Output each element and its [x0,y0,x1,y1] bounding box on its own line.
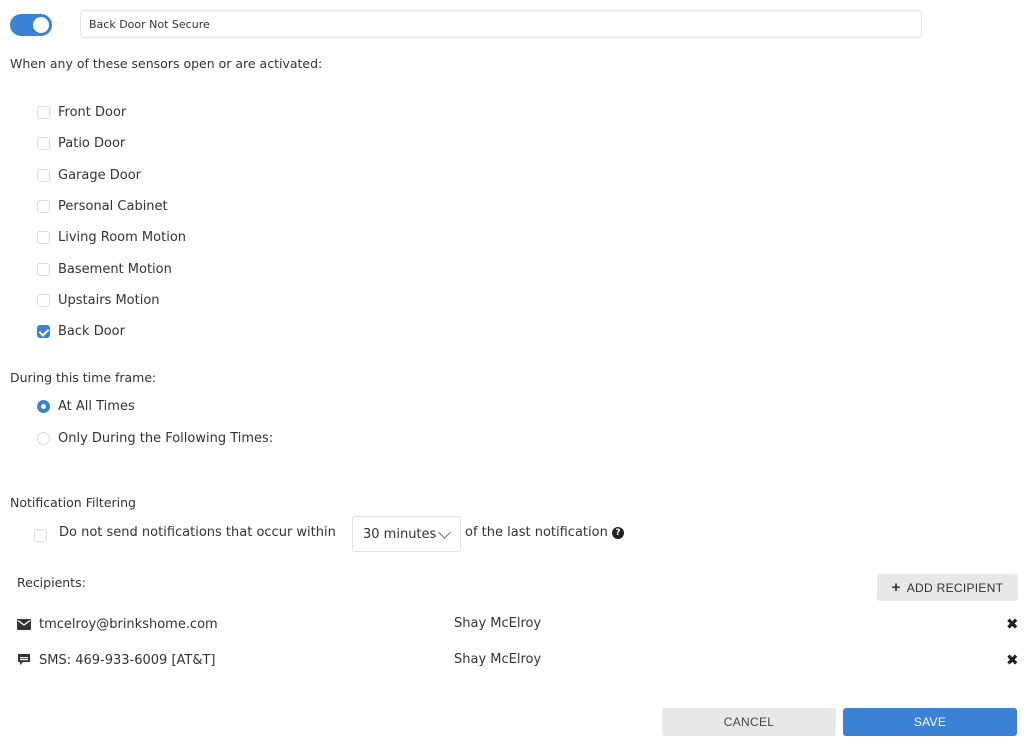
checkbox[interactable] [37,199,50,213]
checkbox[interactable] [37,168,50,182]
checkbox[interactable] [37,262,50,276]
recipient-name: Shay McElroy [454,616,542,631]
radio-label: At All Times [58,398,135,414]
sensor-label: Back Door [58,323,125,339]
radio-at-all-times[interactable]: At All Times [37,396,135,416]
sensor-living-room-motion[interactable]: Living Room Motion [37,227,186,247]
chevron-down-icon [438,525,452,539]
envelope-icon [17,618,31,630]
sensor-label: Front Door [58,104,127,120]
sensor-garage-door[interactable]: Garage Door [37,165,141,185]
sensor-back-door[interactable]: Back Door [37,321,125,341]
filtering-text-before: Do not send notifications that occur wit… [59,525,336,540]
radio-only-during-times[interactable]: Only During the Following Times: [37,428,273,448]
rule-enabled-toggle[interactable] [10,14,52,36]
filtering-heading: Notification Filtering [10,495,136,510]
question-circle-icon[interactable]: ? [611,526,624,539]
filtering-checkbox[interactable] [34,529,47,542]
sensor-label: Basement Motion [58,261,172,277]
filtering-text-after: of the last notification ? [465,525,624,540]
checkbox-checked[interactable] [37,324,50,338]
recipient-row: SMS: 469-933-6009 [AT&T] [17,650,216,670]
radio-unselected[interactable] [37,431,50,445]
cancel-button[interactable]: CANCEL [662,708,836,736]
sensor-label: Garage Door [58,167,141,183]
checkbox[interactable] [37,293,50,307]
checkbox[interactable] [37,136,50,150]
radio-selected[interactable] [37,399,50,413]
sensor-label: Patio Door [58,135,126,151]
sensors-heading: When any of these sensors open or are ac… [10,56,323,71]
sensor-personal-cabinet[interactable]: Personal Cabinet [37,196,168,216]
recipient-contact: SMS: 469-933-6009 [AT&T] [39,652,216,668]
sensor-upstairs-motion[interactable]: Upstairs Motion [37,290,160,310]
filtering-after-label: of the last notification [465,525,608,540]
sensor-basement-motion[interactable]: Basement Motion [37,259,172,279]
rule-name-input[interactable] [80,10,922,38]
remove-recipient-icon[interactable]: ✖ [1006,651,1019,669]
interval-select[interactable]: 30 minutes [352,516,461,552]
add-recipient-label: ADD RECIPIENT [906,580,1004,595]
recipient-name: Shay McElroy [454,652,542,667]
radio-label: Only During the Following Times: [58,430,274,446]
sms-comment-icon [18,653,30,665]
sensor-label: Upstairs Motion [58,292,160,308]
plus-icon: + [891,579,901,596]
remove-recipient-icon[interactable]: ✖ [1006,615,1019,633]
recipients-heading: Recipients: [17,575,86,590]
sensor-front-door[interactable]: Front Door [37,102,126,122]
interval-value: 30 minutes [363,526,437,542]
add-recipient-button[interactable]: + ADD RECIPIENT [877,574,1018,601]
sensor-label: Living Room Motion [58,229,187,245]
save-button[interactable]: SAVE [843,708,1017,736]
checkbox[interactable] [37,105,50,119]
recipient-row: tmcelroy@brinkshome.com [17,614,218,634]
recipient-contact: tmcelroy@brinkshome.com [39,616,218,632]
checkbox[interactable] [37,230,50,244]
toggle-knob [33,17,49,33]
timeframe-heading: During this time frame: [10,370,157,385]
sensor-patio-door[interactable]: Patio Door [37,133,125,153]
sensor-label: Personal Cabinet [58,198,168,214]
